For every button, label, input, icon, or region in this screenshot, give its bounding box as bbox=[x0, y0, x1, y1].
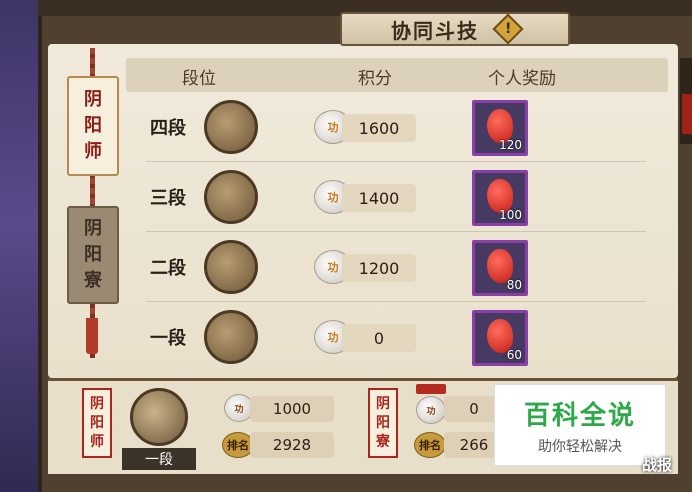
my-rank-label: 一段 bbox=[122, 448, 196, 470]
reward-item[interactable]: 100 bbox=[472, 170, 528, 226]
table-row: 三段 功 1400 100 bbox=[146, 162, 646, 232]
rank-emblem-icon bbox=[204, 310, 258, 364]
score-icon: 功 bbox=[416, 396, 446, 424]
tab-guild[interactable]: 阴 阳 寮 bbox=[67, 206, 119, 304]
reward-quantity: 60 bbox=[506, 348, 522, 362]
rank-label: 二段 bbox=[150, 258, 186, 279]
page-title: 协同斗技 bbox=[391, 18, 479, 43]
reward-quantity: 80 bbox=[506, 278, 522, 292]
reward-item[interactable]: 80 bbox=[472, 240, 528, 296]
side-scroll-decoration bbox=[680, 58, 692, 144]
rank-emblem-icon bbox=[204, 100, 258, 154]
ranking-icon: 排名 bbox=[414, 432, 446, 458]
reward-quantity: 100 bbox=[499, 208, 522, 222]
reward-quantity: 120 bbox=[499, 138, 522, 152]
table-row: 二段 功 1200 80 bbox=[146, 232, 646, 302]
my-score-value: 1000 bbox=[250, 396, 334, 422]
table-header: 段位 积分 个人奖励 bbox=[126, 58, 668, 92]
score-value: 1600 bbox=[342, 114, 416, 142]
my-ranking-value: 2928 bbox=[250, 432, 334, 458]
badge-onmyoji: 阴阳师 bbox=[82, 388, 112, 458]
watermark-logo: 百科全说 助你轻松解决 bbox=[494, 384, 666, 466]
badge-guild: 阴阳寮 bbox=[368, 388, 398, 458]
info-icon[interactable]: ! bbox=[492, 13, 524, 45]
my-rank-emblem-icon bbox=[130, 388, 188, 446]
header-reward: 个人奖励 bbox=[488, 69, 556, 89]
reward-item[interactable]: 60 bbox=[472, 310, 528, 366]
battle-report-button[interactable]: 战报 bbox=[642, 454, 672, 475]
rank-label: 一段 bbox=[150, 328, 186, 349]
table-row: 一段 功 0 60 bbox=[146, 302, 646, 372]
rank-emblem-icon bbox=[204, 240, 258, 294]
title-bar: 协同斗技 ! bbox=[340, 12, 570, 46]
table-row: 四段 功 1600 120 bbox=[146, 92, 646, 162]
score-value: 1400 bbox=[342, 184, 416, 212]
tab-onmyoji[interactable]: 阴 阳 师 bbox=[67, 76, 119, 176]
header-rank: 段位 bbox=[182, 69, 216, 89]
torii-icon bbox=[416, 384, 446, 394]
reward-item[interactable]: 120 bbox=[472, 100, 528, 156]
tassel-decoration bbox=[86, 318, 98, 354]
header-score: 积分 bbox=[358, 69, 392, 89]
rank-label: 三段 bbox=[150, 188, 186, 209]
score-value: 1200 bbox=[342, 254, 416, 282]
score-value: 0 bbox=[342, 324, 416, 352]
rank-emblem-icon bbox=[204, 170, 258, 224]
rank-label: 四段 bbox=[150, 118, 186, 139]
